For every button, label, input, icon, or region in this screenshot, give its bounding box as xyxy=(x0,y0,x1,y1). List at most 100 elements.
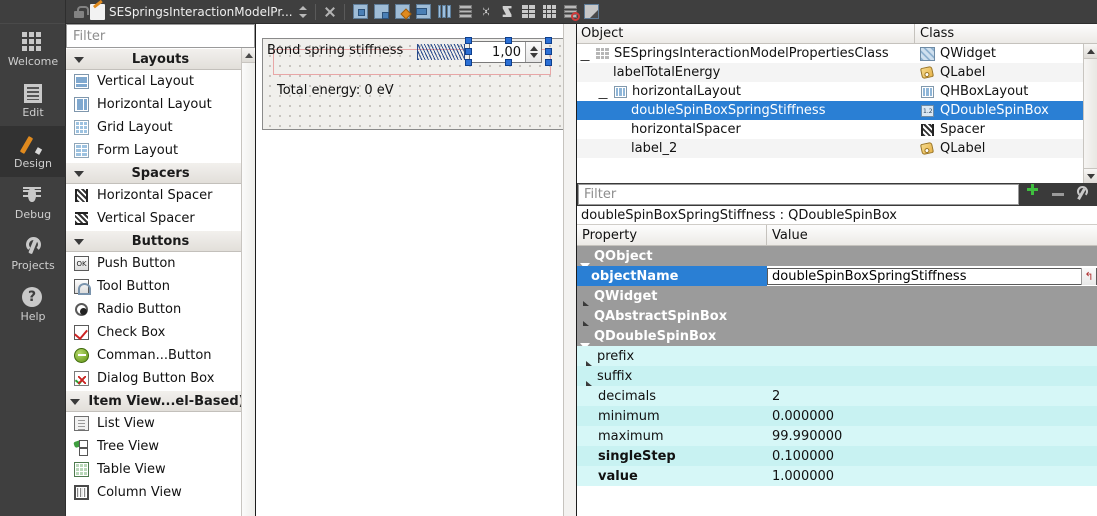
mode-welcome[interactable]: Welcome xyxy=(0,24,66,75)
selection-handle-tl[interactable] xyxy=(465,37,472,44)
property-row-prefix[interactable]: prefix xyxy=(577,346,1097,366)
selection-handle-mr[interactable] xyxy=(545,48,552,55)
table-row[interactable]: horizontalLayout QHBoxLayout xyxy=(577,82,1097,101)
spinbox-stepper-icon[interactable] xyxy=(525,42,541,62)
widget-box-scrollbar[interactable] xyxy=(241,48,255,516)
open-file-name[interactable]: SESpringsInteractionModelPr... xyxy=(109,5,293,19)
value-column-header[interactable]: Value xyxy=(767,225,1097,245)
widget-item-command-link-button[interactable]: Comman...Button xyxy=(66,344,255,367)
selection-handle-tr[interactable] xyxy=(545,37,552,44)
widget-item-list-view[interactable]: List View xyxy=(66,412,255,435)
property-value-cell[interactable]: 0.100000 xyxy=(767,446,1097,466)
mode-debug[interactable]: Debug xyxy=(0,177,66,228)
edit-buddies-icon[interactable] xyxy=(394,3,411,20)
configure-button[interactable] xyxy=(1071,183,1097,206)
property-group-qdoublespinbox[interactable]: QDoubleSpinBox xyxy=(577,326,1097,346)
table-row[interactable]: horizontalSpacer Spacer xyxy=(577,120,1097,139)
layout-in-form-icon[interactable] xyxy=(520,3,537,20)
layout-horizontally-icon[interactable] xyxy=(436,3,453,20)
edit-tab-order-icon[interactable] xyxy=(415,3,432,20)
remove-dynamic-property-button[interactable] xyxy=(1045,183,1071,206)
table-row[interactable]: SESpringsInteractionModelPropertiesClass… xyxy=(577,44,1097,63)
property-value-cell[interactable] xyxy=(767,366,1097,386)
property-value-cell[interactable] xyxy=(767,346,1097,366)
mode-design[interactable]: Design xyxy=(0,126,66,177)
scroll-up-arrow-icon[interactable] xyxy=(242,48,255,63)
property-value-cell[interactable]: 2 xyxy=(767,386,1097,406)
layout-splitter-horizontal-icon[interactable] xyxy=(478,3,495,20)
adjust-size-icon[interactable] xyxy=(583,3,600,20)
widget-item-table-view[interactable]: Table View xyxy=(66,458,255,481)
widget-item-dialog-button-box[interactable]: Dialog Button Box xyxy=(66,367,255,390)
widget-item-vertical-layout[interactable]: Vertical Layout xyxy=(66,70,255,93)
widget-category-buttons[interactable]: Buttons xyxy=(66,230,255,252)
add-dynamic-property-button[interactable] xyxy=(1019,183,1045,206)
mode-edit[interactable]: Edit xyxy=(0,75,66,126)
scroll-down-arrow-icon[interactable] xyxy=(1084,168,1097,183)
widget-item-horizontal-spacer[interactable]: Horizontal Spacer xyxy=(66,184,255,207)
table-row[interactable]: labelTotalEnergy QLabel xyxy=(577,63,1097,82)
widget-category-spacers[interactable]: Spacers xyxy=(66,162,255,184)
class-column-header[interactable]: Class xyxy=(915,24,1097,43)
widget-item-push-button[interactable]: OK Push Button xyxy=(66,252,255,275)
property-value-cell[interactable]: 1.000000 xyxy=(767,466,1097,486)
property-row-maximum[interactable]: maximum 99.990000 xyxy=(577,426,1097,446)
selection-handle-bm[interactable] xyxy=(505,59,512,66)
widget-box-filter-input[interactable]: Filter xyxy=(66,24,255,48)
object-inspector-scrollbar[interactable] xyxy=(1083,44,1097,183)
widget-item-tree-view[interactable]: Tree View xyxy=(66,435,255,458)
selection-handle-br[interactable] xyxy=(545,59,552,66)
widget-item-check-box[interactable]: Check Box xyxy=(66,321,255,344)
property-group-qwidget[interactable]: QWidget xyxy=(577,286,1097,306)
property-row-value[interactable]: value 1.000000 xyxy=(577,466,1097,486)
layout-vertically-icon[interactable] xyxy=(457,3,474,20)
widget-category-layouts[interactable]: Layouts xyxy=(66,48,255,70)
unlocked-padlock-icon[interactable] xyxy=(72,5,86,19)
property-group-qabstractspinbox[interactable]: QAbstractSpinBox xyxy=(577,306,1097,326)
mode-help[interactable]: ? Help xyxy=(0,279,66,330)
property-value-cell[interactable]: 0.000000 xyxy=(767,406,1097,426)
form-editor[interactable]: Bond spring stiffness 1,00 Total energy:… xyxy=(256,24,576,516)
form-label-total-energy[interactable]: Total energy: 0 eV xyxy=(277,83,394,98)
layout-in-grid-icon[interactable] xyxy=(541,3,558,20)
selection-handle-ml[interactable] xyxy=(465,48,472,55)
property-group-qobject[interactable]: QObject xyxy=(577,246,1097,266)
form-horizontal-spacer[interactable] xyxy=(417,44,465,60)
edit-widgets-icon[interactable] xyxy=(352,3,369,20)
table-row[interactable]: label_2 QLabel xyxy=(577,139,1097,158)
layout-splitter-vertical-icon[interactable] xyxy=(499,3,516,20)
property-row-objectname[interactable]: objectName doubleSpinBoxSpringStiffness … xyxy=(577,266,1097,286)
property-column-header[interactable]: Property xyxy=(577,225,767,245)
property-row-suffix[interactable]: suffix xyxy=(577,366,1097,386)
widget-item-column-view[interactable]: Column View xyxy=(66,481,255,504)
property-value-cell[interactable]: 99.990000 xyxy=(767,426,1097,446)
form-label-spring-stiffness[interactable]: Bond spring stiffness xyxy=(267,43,403,58)
widget-item-grid-layout[interactable]: Grid Layout xyxy=(66,116,255,139)
widget-box-list[interactable]: Layouts Vertical Layout Horizontal Layou… xyxy=(66,48,255,516)
form-editor-scrollbar[interactable] xyxy=(563,24,576,516)
close-x-icon[interactable] xyxy=(323,5,337,19)
property-table-body[interactable]: QObject objectName doubleSpinBoxSpringSt… xyxy=(577,246,1097,516)
edit-signals-slots-icon[interactable] xyxy=(373,3,390,20)
objectname-input[interactable]: doubleSpinBoxSpringStiffness ↰ xyxy=(767,268,1097,285)
property-row-decimals[interactable]: decimals 2 xyxy=(577,386,1097,406)
widget-item-vertical-spacer[interactable]: Vertical Spacer xyxy=(66,207,255,230)
widget-category-item-views[interactable]: Item View...el-Based) xyxy=(66,390,255,412)
widget-item-form-layout[interactable]: Form Layout xyxy=(66,139,255,162)
property-filter-input[interactable]: Filter xyxy=(578,184,1019,205)
property-row-minimum[interactable]: minimum 0.000000 xyxy=(577,406,1097,426)
object-inspector-body[interactable]: SESpringsInteractionModelPropertiesClass… xyxy=(577,44,1097,183)
break-layout-icon[interactable] xyxy=(562,3,579,20)
widget-box-scroll-track[interactable] xyxy=(242,63,255,516)
updown-arrows-icon[interactable] xyxy=(297,4,308,20)
table-row[interactable]: doubleSpinBoxSpringStiffness 1.2 QDouble… xyxy=(577,101,1097,120)
widget-item-horizontal-layout[interactable]: Horizontal Layout xyxy=(66,93,255,116)
selection-handle-bl[interactable] xyxy=(465,59,472,66)
scroll-up-arrow-icon[interactable] xyxy=(1084,44,1097,59)
property-row-singlestep[interactable]: singleStep 0.100000 xyxy=(577,446,1097,466)
object-column-header[interactable]: Object xyxy=(577,24,915,43)
form-canvas[interactable]: Bond spring stiffness 1,00 Total energy:… xyxy=(262,38,567,130)
selection-handle-tm[interactable] xyxy=(505,37,512,44)
mode-projects[interactable]: Projects xyxy=(0,228,66,279)
widget-item-tool-button[interactable]: Tool Button xyxy=(66,275,255,298)
